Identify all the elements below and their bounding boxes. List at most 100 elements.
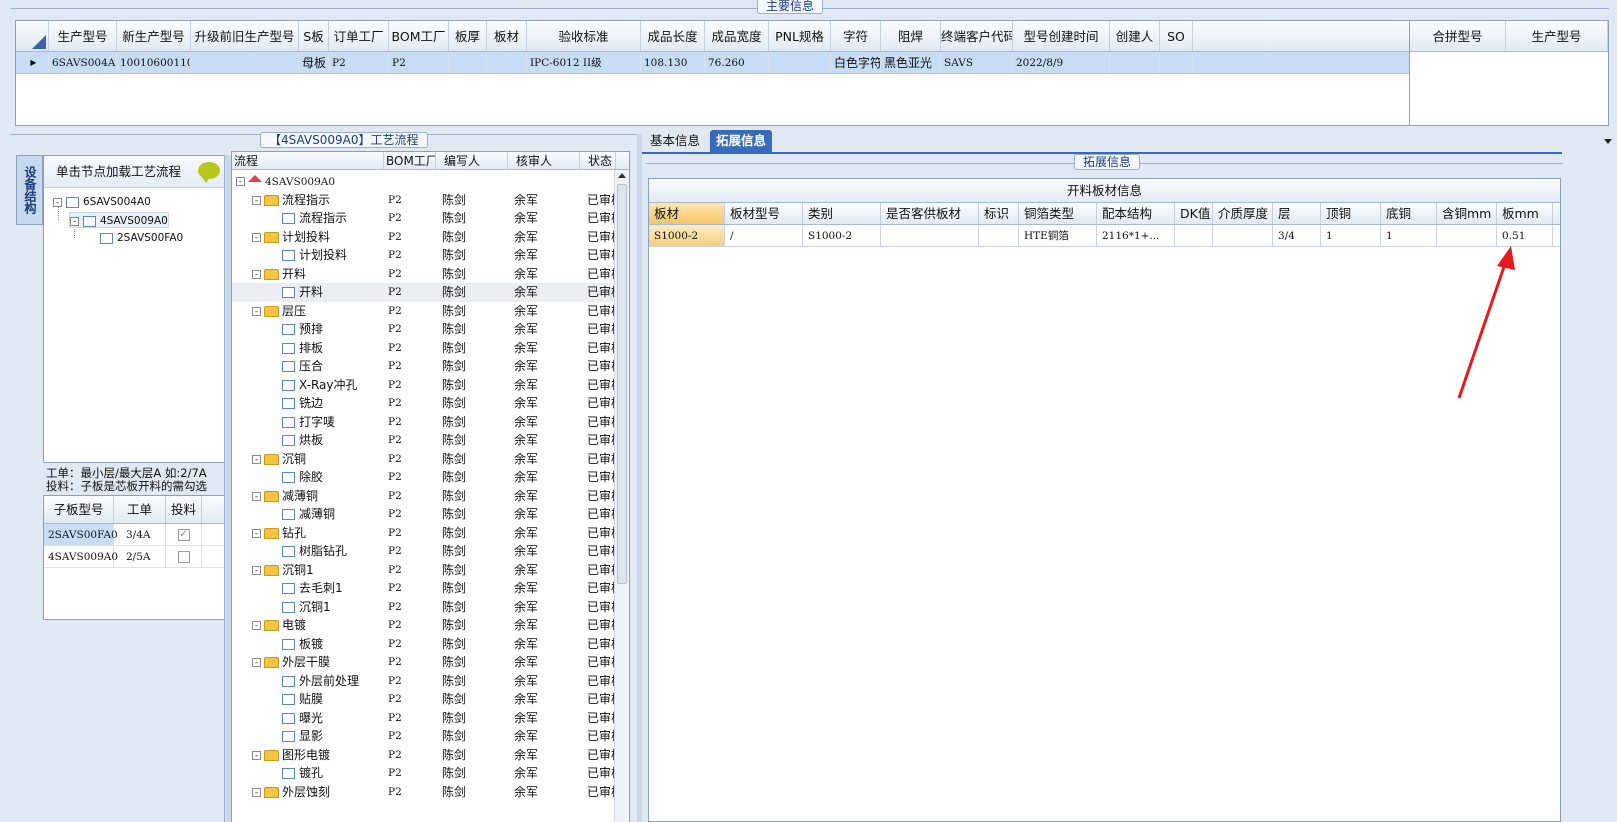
cell[interactable]: /	[725, 225, 803, 246]
column-header[interactable]: 状态	[580, 152, 616, 169]
tree-node[interactable]: - 6SAVS004A0	[53, 194, 151, 210]
work-order-cell[interactable]: 2/5A	[114, 546, 166, 567]
list-item[interactable]: 树脂钻孔 P2 陈剑 余军 已审核	[232, 542, 615, 561]
list-item[interactable]: - 外层蚀刻 P2 陈剑 余军 已审核	[232, 783, 615, 802]
list-item[interactable]: 外层前处理 P2 陈剑 余军 已审核	[232, 672, 615, 691]
cell[interactable]: 1	[1381, 225, 1437, 246]
cell[interactable]: 3/4	[1273, 225, 1321, 246]
column-header[interactable]: 板材	[487, 21, 527, 51]
sub-board-grid[interactable]: 子板型号 工单 投料 2SAVS00FA0 3/4A ✓ 4SAVS009A0 …	[43, 495, 227, 620]
column-header[interactable]: 类别	[803, 203, 881, 224]
column-header[interactable]: 阻焊	[881, 21, 941, 51]
list-item[interactable]: - 图形电镀 P2 陈剑 余军 已审核	[232, 746, 615, 765]
collapse-icon[interactable]: -	[252, 306, 261, 316]
column-header[interactable]: 顶铜	[1321, 203, 1381, 224]
column-header[interactable]: 订单工厂	[329, 21, 389, 51]
collapse-icon[interactable]: -	[236, 177, 245, 186]
cell[interactable]	[1110, 52, 1160, 73]
table-row[interactable]: 4SAVS009A0 2/5A	[44, 546, 226, 568]
tab-basic-info[interactable]: 基本信息	[644, 130, 706, 154]
scroll-thumb[interactable]	[617, 184, 627, 584]
collapse-icon[interactable]: -	[252, 269, 261, 279]
list-item[interactable]: 镀孔 P2 陈剑 余军 已审核	[232, 764, 615, 783]
cell[interactable]: 6SAVS004A0	[49, 52, 117, 73]
cell[interactable]: S1000-2	[803, 225, 881, 246]
column-header[interactable]: 是否客供板材	[881, 203, 979, 224]
column-header[interactable]: 子板型号	[44, 496, 114, 523]
column-header[interactable]: 合拼型号	[1410, 21, 1506, 51]
list-item[interactable]: 排板 P2 陈剑 余军 已审核	[232, 339, 615, 358]
collapse-icon[interactable]: -	[252, 658, 261, 667]
column-header[interactable]: DK值	[1175, 203, 1213, 224]
list-item[interactable]: - 层压 P2 陈剑 余军 已审核	[232, 302, 615, 321]
column-header[interactable]: 核审人	[508, 152, 580, 169]
column-header[interactable]: 标识	[979, 203, 1019, 224]
cutting-material-grid[interactable]: 开料板材信息 板材 板材型号 类别 是否客供板材 标识 铜箔类型 配本结构 DK值 介质厚度层顶…	[648, 178, 1561, 822]
cell[interactable]	[191, 52, 299, 73]
cell[interactable]: 黑色亚光	[881, 52, 941, 73]
list-item[interactable]: - 开料 P2 陈剑 余军 已审核	[232, 265, 615, 284]
column-header[interactable]: 铜箔类型	[1019, 203, 1097, 224]
cell[interactable]: 10010600110461	[117, 52, 191, 73]
cell[interactable]: 1	[1321, 225, 1381, 246]
column-header[interactable]: 终端客户代码	[941, 21, 1013, 51]
column-header[interactable]: 层	[1273, 203, 1321, 224]
cell[interactable]: SAVS	[941, 52, 1013, 73]
column-header[interactable]: 生产型号	[49, 21, 117, 51]
work-order-cell[interactable]: 3/4A	[114, 524, 166, 545]
column-header[interactable]: 验收标准	[527, 21, 641, 51]
cell[interactable]: 白色字符	[831, 52, 881, 73]
column-header[interactable]: 投料	[166, 496, 202, 523]
select-all-corner[interactable]	[16, 21, 49, 51]
collapse-icon[interactable]: -	[252, 787, 261, 797]
cell[interactable]: HTE铜箔	[1019, 225, 1097, 246]
cell[interactable]	[1175, 225, 1213, 246]
column-header[interactable]: 介质厚度	[1213, 203, 1273, 224]
list-item[interactable]: - 电镀 P2 陈剑 余军 已审核	[232, 616, 615, 635]
table-row[interactable]: S1000-2/S1000-2 HTE铜箔 2116*1+... 3/4 1 1 0.51	[649, 225, 1560, 247]
column-header[interactable]: 型号创建时间	[1013, 21, 1110, 51]
column-header[interactable]: 字符	[831, 21, 881, 51]
column-header[interactable]: S板	[299, 21, 329, 51]
collapse-icon[interactable]: -	[252, 621, 261, 630]
list-item[interactable]: 曝光 P2 陈剑 余军 已审核	[232, 709, 615, 728]
list-item[interactable]: 除胶 P2 陈剑 余军 已审核	[232, 468, 615, 487]
table-row[interactable]: 2SAVS00FA0 3/4A ✓	[44, 524, 226, 546]
column-header[interactable]: SO	[1160, 21, 1193, 51]
list-item[interactable]: 板镀 P2 陈剑 余军 已审核	[232, 635, 615, 654]
cell[interactable]	[881, 225, 979, 246]
collapse-icon[interactable]: -	[252, 232, 261, 242]
column-header[interactable]: 板厚	[449, 21, 487, 51]
column-header[interactable]: 底铜	[1381, 203, 1437, 224]
collapse-icon[interactable]: -	[252, 750, 261, 760]
list-item[interactable]: - 沉铜 P2 陈剑 余军 已审核	[232, 450, 615, 469]
column-header[interactable]: 升级前旧生产型号	[191, 21, 299, 51]
collapse-icon[interactable]: -	[252, 454, 261, 464]
list-item[interactable]: 流程指示 P2 陈剑 余军 已审核	[232, 209, 615, 228]
column-header[interactable]: 创建人	[1110, 21, 1160, 51]
list-item[interactable]: 去毛刺1 P2 陈剑 余军 已审核	[232, 579, 615, 598]
column-header[interactable]: 成品宽度	[705, 21, 769, 51]
column-header[interactable]: 流程	[232, 152, 384, 169]
cell[interactable]: 0.51	[1497, 225, 1553, 246]
list-item[interactable]: 贴膜 P2 陈剑 余军 已审核	[232, 690, 615, 709]
list-item[interactable]: - 减薄铜 P2 陈剑 余军 已审核	[232, 487, 615, 506]
cell[interactable]	[1437, 225, 1497, 246]
list-item[interactable]: 显影 P2 陈剑 余军 已审核	[232, 727, 615, 746]
list-item[interactable]: 压合 P2 陈剑 余军 已审核	[232, 357, 615, 376]
cell[interactable]	[1213, 225, 1273, 246]
feed-checkbox[interactable]	[177, 551, 190, 563]
chevron-down-icon[interactable]	[1604, 139, 1612, 144]
main-info-grid[interactable]: 生产型号 新生产型号 升级前旧生产型号 S板 订单工厂 BOM工厂 板厚 板材 验收标准 成品长度…	[15, 20, 1410, 126]
list-item[interactable]: - 流程指示 P2 陈剑 余军 已审核	[232, 191, 615, 210]
column-header[interactable]: 配本结构	[1097, 203, 1175, 224]
list-item[interactable]: - 计划投料 P2 陈剑 余军 已审核	[232, 228, 615, 247]
column-header[interactable]: 板材	[649, 203, 725, 224]
collapse-icon[interactable]: -	[252, 565, 261, 575]
cell[interactable]: 2022/8/9	[1013, 52, 1110, 73]
cell[interactable]: P2	[329, 52, 389, 73]
cell[interactable]: 76.260	[705, 52, 769, 73]
cell[interactable]: 2116*1+...	[1097, 225, 1175, 246]
speech-bubble-icon[interactable]	[198, 162, 220, 183]
cell[interactable]: 108.130	[641, 52, 705, 73]
